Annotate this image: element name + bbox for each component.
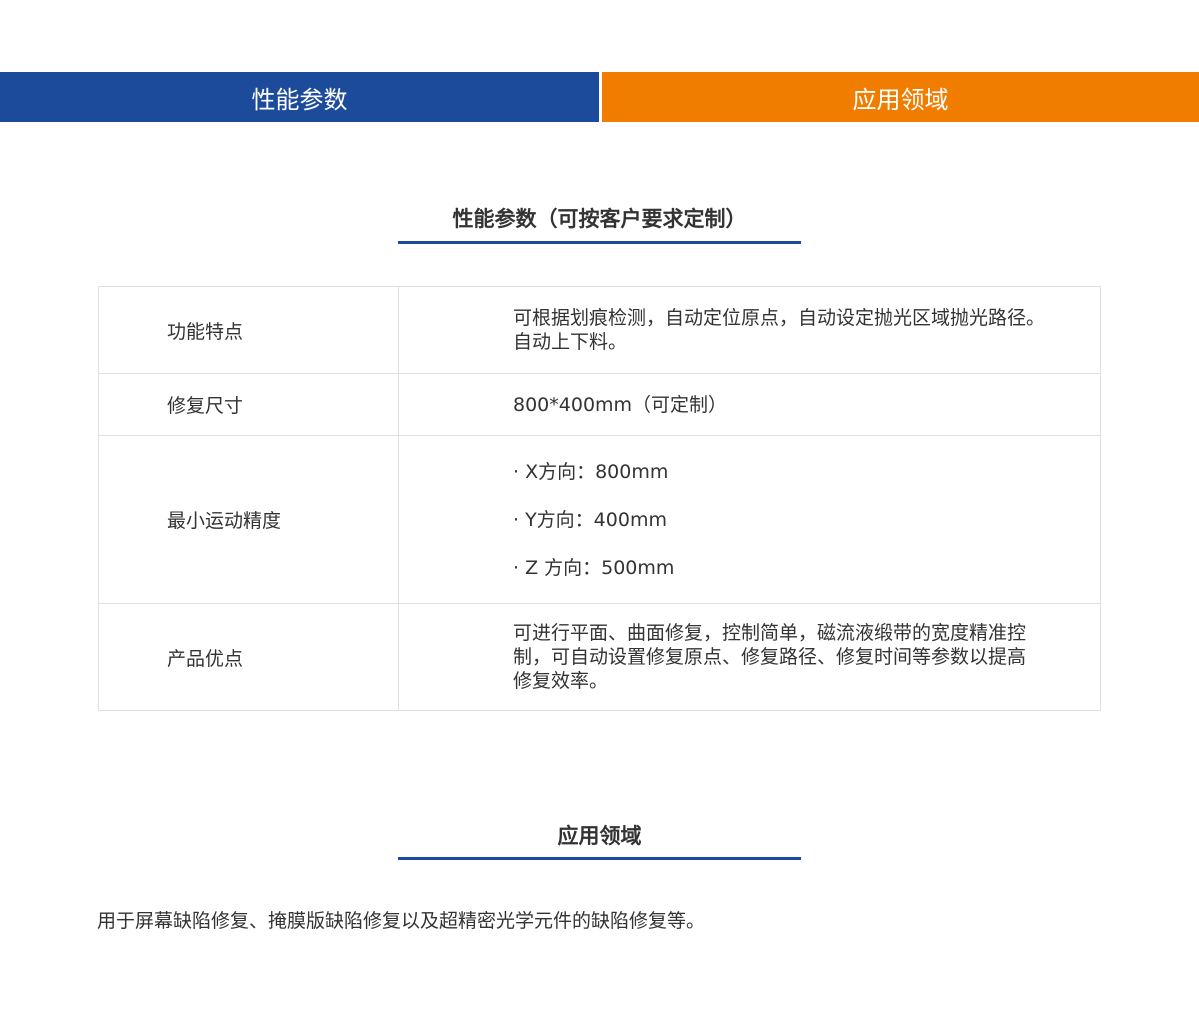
row-label: 产品优点 <box>99 604 399 710</box>
value-line: 修复效率。 <box>513 670 609 692</box>
tab-performance-params-label: 性能参数 <box>251 85 348 114</box>
row-label: 功能特点 <box>99 287 399 373</box>
table-row: 功能特点 可根据划痕检测，自动定位原点，自动设定抛光区域抛光路径。 自动上下料。 <box>99 287 1100 373</box>
value-line: · Z 方向：500mm <box>513 556 675 579</box>
row-value: 可根据划痕检测，自动定位原点，自动设定抛光区域抛光路径。 自动上下料。 <box>399 287 1100 373</box>
tab-performance-params[interactable]: 性能参数 <box>0 72 599 122</box>
apps-description: 用于屏幕缺陷修复、掩膜版缺陷修复以及超精密光学元件的缺陷修复等。 <box>97 910 706 932</box>
value-line: 制，可自动设置修复原点、修复路径、修复时间等参数以提高 <box>513 646 1027 668</box>
row-value: 可进行平面、曲面修复，控制简单，磁流液缎带的宽度精准控 制，可自动设置修复原点、… <box>399 604 1100 710</box>
value-line: 自动上下料。 <box>513 331 628 353</box>
tab-applications-label: 应用领域 <box>852 85 949 114</box>
apps-section-underline <box>398 857 801 860</box>
params-section-underline <box>398 241 801 244</box>
value-line: 可进行平面、曲面修复，控制简单，磁流液缎带的宽度精准控 <box>513 622 1027 644</box>
table-row: 最小运动精度 · X方向：800mm · Y方向：400mm · Z 方向：50… <box>99 435 1100 603</box>
row-label: 修复尺寸 <box>99 374 399 435</box>
apps-section-title: 应用领域 <box>557 824 642 848</box>
value-line: 800*400mm（可定制） <box>513 393 728 416</box>
spec-table: 功能特点 可根据划痕检测，自动定位原点，自动设定抛光区域抛光路径。 自动上下料。… <box>98 286 1101 711</box>
value-line: · X方向：800mm <box>513 460 669 483</box>
row-value: 800*400mm（可定制） <box>399 374 1100 435</box>
value-line: · Y方向：400mm <box>513 508 667 531</box>
row-label: 最小运动精度 <box>99 436 399 603</box>
tab-bar: 性能参数 应用领域 <box>0 72 1199 122</box>
row-value: · X方向：800mm · Y方向：400mm · Z 方向：500mm <box>399 436 1100 603</box>
tab-applications[interactable]: 应用领域 <box>602 72 1199 122</box>
table-row: 产品优点 可进行平面、曲面修复，控制简单，磁流液缎带的宽度精准控 制，可自动设置… <box>99 603 1100 710</box>
value-line: 可根据划痕检测，自动定位原点，自动设定抛光区域抛光路径。 <box>513 307 1046 329</box>
params-section-title: 性能参数（可按客户要求定制） <box>452 207 747 231</box>
table-row: 修复尺寸 800*400mm（可定制） <box>99 373 1100 435</box>
